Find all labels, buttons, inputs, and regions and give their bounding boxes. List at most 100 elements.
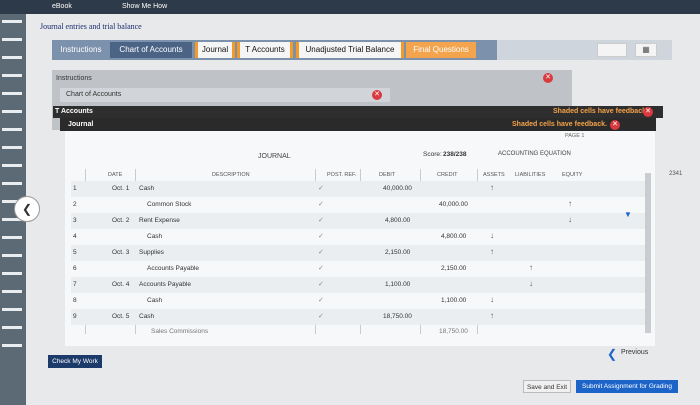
check-icon: ✓ <box>318 185 324 192</box>
previous-link[interactable]: Previous <box>621 349 648 356</box>
row-description[interactable]: Rent Expense <box>139 217 180 224</box>
header-assets: ASSETS <box>483 172 505 178</box>
tab-bar: Instructions Chart of Accounts Journal T… <box>52 40 497 60</box>
row-credit[interactable]: 40,000.00 <box>439 201 468 208</box>
row-credit[interactable]: 4,800.00 <box>441 233 466 240</box>
row-credit[interactable]: 2,150.00 <box>441 265 466 272</box>
chart-of-accounts-panel: Chart of Accounts <box>60 88 390 102</box>
row-assets[interactable]: ↓ <box>490 231 494 240</box>
check-icon: ✓ <box>318 313 324 320</box>
calculator-icon[interactable]: ▦ <box>635 43 657 57</box>
close-t-accounts-icon[interactable]: ✕ <box>643 107 653 117</box>
row-number: 5 <box>73 249 77 256</box>
close-journal-icon[interactable]: ✕ <box>610 120 620 130</box>
row-description[interactable]: Common Stock <box>147 201 191 208</box>
row-debit[interactable]: 1,100.00 <box>385 281 410 288</box>
tab-unadjusted-trial-balance[interactable]: Unadjusted Trial Balance <box>296 42 404 58</box>
row-assets[interactable]: ↓ <box>490 295 494 304</box>
row-date[interactable]: Oct. 2 <box>112 217 129 224</box>
instructions-label: Instructions <box>56 75 92 82</box>
row-assets[interactable]: ↑ <box>490 183 494 192</box>
top-bar: eBook Show Me How <box>0 0 700 14</box>
row-assets[interactable]: ↑ <box>490 311 494 320</box>
save-exit-button[interactable]: Save and Exit <box>523 380 571 393</box>
row-number: 1 <box>73 185 77 192</box>
row-equity[interactable]: ↑ <box>568 199 572 208</box>
empty-box <box>597 43 627 57</box>
row-debit[interactable]: 2,150.00 <box>385 249 410 256</box>
chart-of-accounts-label: Chart of Accounts <box>66 91 122 98</box>
row-date[interactable]: Oct. 4 <box>112 281 129 288</box>
check-icon: ✓ <box>318 249 324 256</box>
row-number: 3 <box>73 217 77 224</box>
row-assets[interactable]: ↑ <box>490 247 494 256</box>
check-icon: ✓ <box>318 217 324 224</box>
page-title: Journal entries and trial balance <box>40 22 142 31</box>
ebook-link[interactable]: eBook <box>52 3 72 10</box>
header-post-ref: POST. REF. <box>327 172 357 178</box>
row-equity[interactable]: ↓ <box>568 215 572 224</box>
header-equity: EQUITY <box>562 172 583 178</box>
accounting-equation-label: ACCOUNTING EQUATION <box>498 151 571 157</box>
row-liabilities[interactable]: ↓ <box>529 279 533 288</box>
row-date[interactable]: Oct. 1 <box>112 185 129 192</box>
header-date: DATE <box>108 172 123 178</box>
t-accounts-panel-header: T Accounts Shaded cells have feedback. <box>53 106 663 118</box>
page-number: PAGE 1 <box>565 133 585 139</box>
check-icon: ✓ <box>318 265 324 272</box>
score-value: 238/238 <box>443 151 467 158</box>
check-icon: ✓ <box>318 281 324 288</box>
row-description[interactable]: Accounts Payable <box>139 281 191 288</box>
previous-arrow-icon[interactable]: ❮ <box>14 196 40 222</box>
row-number: 9 <box>73 313 77 320</box>
header-credit: CREDIT <box>437 172 458 178</box>
chevron-left-icon[interactable]: ❮ <box>607 347 617 361</box>
tab-instructions[interactable]: Instructions <box>55 42 107 58</box>
row-number: 6 <box>73 265 77 272</box>
feedback-note: Shaded cells have feedback. <box>553 108 648 115</box>
table-row <box>71 309 649 325</box>
table-row <box>71 181 649 197</box>
row-credit-partial[interactable]: 18,750.00 <box>439 328 468 335</box>
row-description[interactable]: Supplies <box>139 249 164 256</box>
row-description[interactable]: Cash <box>139 185 154 192</box>
row-description[interactable]: Cash <box>147 297 162 304</box>
t-accounts-label: T Accounts <box>55 108 93 115</box>
row-debit[interactable]: 4,800.00 <box>385 217 410 224</box>
journal-title: JOURNAL <box>258 153 291 160</box>
row-date[interactable]: Oct. 3 <box>112 249 129 256</box>
row-date[interactable]: Oct. 5 <box>112 313 129 320</box>
tab-t-accounts[interactable]: T Accounts <box>237 42 293 58</box>
tab-final-questions[interactable]: Final Questions <box>406 42 476 58</box>
header-debit: DEBIT <box>379 172 396 178</box>
row-description[interactable]: Accounts Payable <box>147 265 199 272</box>
check-icon: ✓ <box>318 233 324 240</box>
tab-bar-right: ▦ <box>497 40 672 60</box>
chevron-down-icon[interactable]: ▼ <box>624 210 632 219</box>
row-description[interactable]: Cash <box>139 313 154 320</box>
header-liabilities: LIABILITIES <box>515 172 546 178</box>
row-description-partial[interactable]: Sales Commissions <box>151 328 208 335</box>
close-chart-icon[interactable]: ✕ <box>372 90 382 100</box>
show-me-how-link[interactable]: Show Me How <box>122 3 167 10</box>
row-debit[interactable]: 18,750.00 <box>383 313 412 320</box>
header-description: DESCRIPTION <box>212 172 250 178</box>
score-label: Score: <box>423 151 442 158</box>
row-number: 2 <box>73 201 77 208</box>
row-debit[interactable]: 40,000.00 <box>383 185 412 192</box>
row-description[interactable]: Cash <box>147 233 162 240</box>
check-my-work-button[interactable]: Check My Work <box>48 355 102 368</box>
journal-panel-header: Journal Shaded cells have feedback. <box>60 118 656 131</box>
tab-chart-of-accounts[interactable]: Chart of Accounts <box>110 42 192 58</box>
row-credit[interactable]: 1,100.00 <box>441 297 466 304</box>
submit-button[interactable]: Submit Assignment for Grading <box>576 380 678 393</box>
side-badge: 2341 <box>669 171 683 177</box>
feedback-note-journal: Shaded cells have feedback. <box>512 121 607 128</box>
scrollbar[interactable] <box>645 173 651 333</box>
row-liabilities[interactable]: ↑ <box>529 263 533 272</box>
close-instructions-icon[interactable]: ✕ <box>543 73 553 83</box>
check-icon: ✓ <box>318 297 324 304</box>
row-number: 4 <box>73 233 77 240</box>
row-number: 8 <box>73 297 77 304</box>
tab-journal[interactable]: Journal <box>195 42 235 58</box>
